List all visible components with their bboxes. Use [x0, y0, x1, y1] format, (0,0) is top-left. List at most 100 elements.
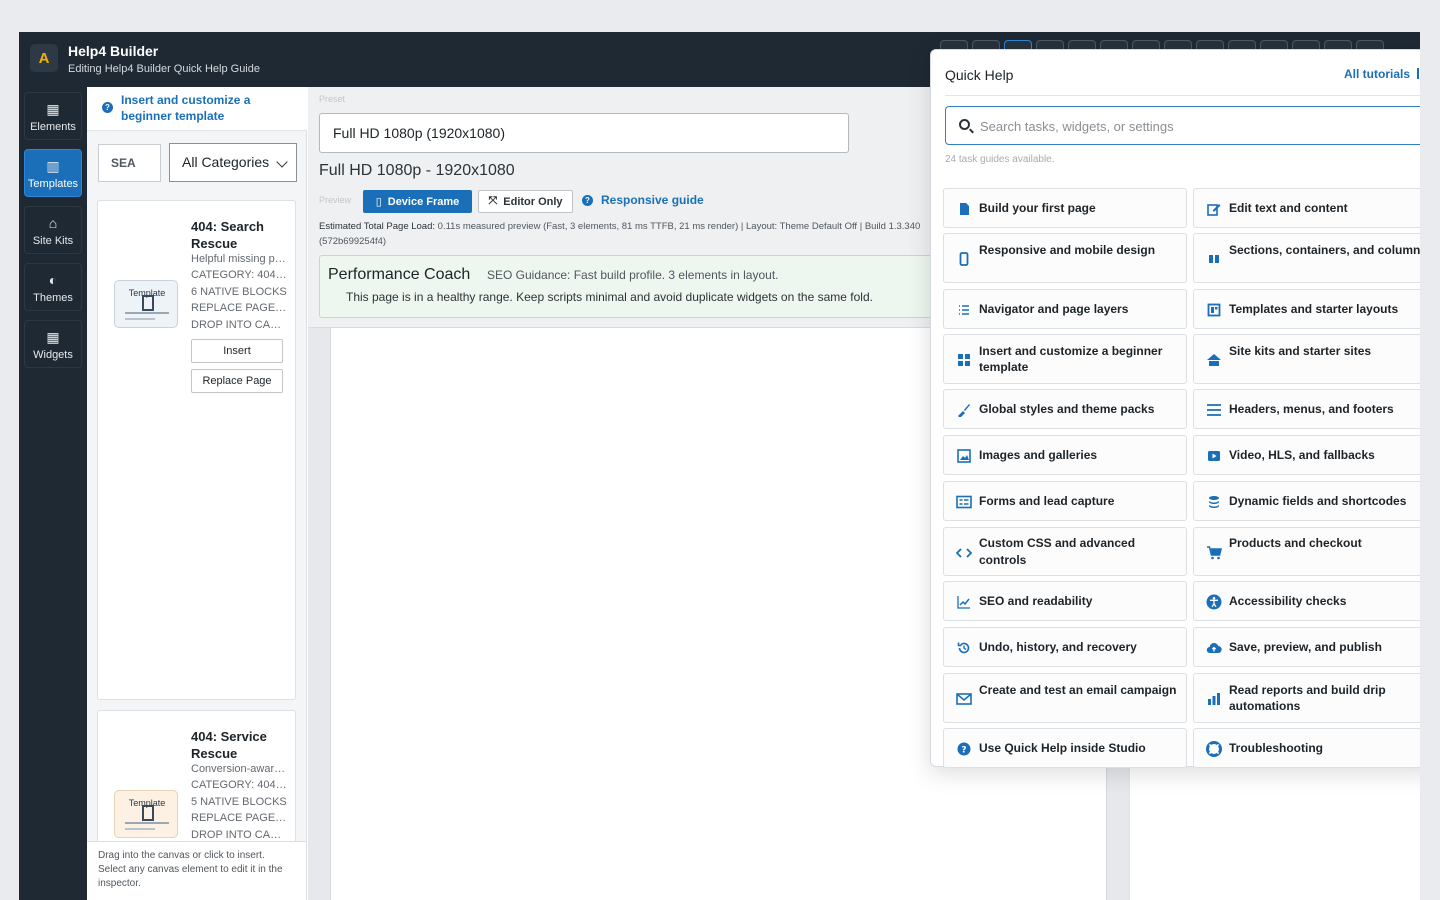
quick-help-item[interactable]: Responsive and mobile design: [943, 233, 1187, 283]
preset-label: Preset: [319, 94, 346, 104]
history-icon: [956, 640, 972, 656]
quick-help-item[interactable]: Products and checkout: [1193, 527, 1420, 576]
quick-help-item[interactable]: Create and test an email campaign: [943, 673, 1187, 723]
left-rail: ▦ Elements ▥ Templates ⌂ Site Kits ◐ The…: [19, 87, 87, 900]
quick-help-search-input[interactable]: [980, 115, 1420, 137]
template-icon: [1206, 302, 1222, 318]
quick-help-item[interactable]: Save, preview, and publish: [1193, 627, 1420, 667]
quick-help-item[interactable]: Video, HLS, and fallbacks: [1193, 435, 1420, 475]
insert-button[interactable]: Insert: [191, 339, 283, 363]
code-icon: [956, 545, 972, 561]
external-link-icon: [1417, 68, 1420, 79]
active-guide-hint[interactable]: ? Insert and customize a beginner templa…: [87, 87, 307, 131]
quick-help-item[interactable]: Site kits and starter sites: [1193, 334, 1420, 384]
quick-help-item[interactable]: ? Use Quick Help inside Studio: [943, 728, 1187, 768]
quick-help-item-label: Forms and lead capture: [979, 493, 1115, 508]
template-card[interactable]: Template 404: Search Rescue Helpful miss…: [97, 200, 296, 700]
columns-icon: [1206, 251, 1222, 267]
rail-item-label: Themes: [33, 292, 73, 304]
quick-help-item-label: Global styles and theme packs: [979, 401, 1155, 416]
preset-select[interactable]: Full HD 1080p (1920x1080): [319, 113, 849, 153]
grid-icon: ▦: [46, 101, 60, 117]
quick-help-item[interactable]: Images and galleries: [943, 435, 1187, 475]
quick-help-item-label: Products and checkout: [1229, 536, 1362, 550]
app-logo[interactable]: A: [30, 44, 58, 72]
template-thumbnail[interactable]: Template: [114, 280, 178, 328]
template-name: 404: Search Rescue: [191, 219, 264, 251]
device-frame-button[interactable]: ▯ Device Frame: [363, 190, 472, 213]
quick-help-item-label: Undo, history, and recovery: [979, 639, 1137, 654]
quick-help-item-label: Insert and customize a beginner template: [979, 343, 1163, 375]
estimate-label: Estimated Total Page Load:: [319, 221, 436, 232]
quick-help-item[interactable]: Insert and customize a beginner template: [943, 334, 1187, 384]
quick-help-item-label: Navigator and page layers: [979, 301, 1129, 316]
page-load-estimate: Estimated Total Page Load: 0.11s measure…: [319, 219, 939, 249]
quick-help-item[interactable]: Troubleshooting: [1193, 728, 1420, 768]
quick-help-item[interactable]: Read reports and build drip automations: [1193, 673, 1420, 723]
rail-item-templates[interactable]: ▥ Templates: [24, 149, 82, 197]
performance-message: This page is in a healthy range. Keep sc…: [346, 290, 873, 304]
template-search-input[interactable]: SEA: [98, 144, 161, 182]
quick-help-item[interactable]: Headers, menus, and footers: [1193, 389, 1420, 429]
performance-seo-guidance: SEO Guidance: Fast build profile. 3 elem…: [487, 268, 779, 282]
quick-help-item[interactable]: Templates and starter layouts: [1193, 289, 1420, 329]
expand-icon: ⤧: [488, 195, 498, 207]
rail-item-label: Templates: [27, 178, 79, 190]
template-description: Conversion-aware missing page for servic…: [191, 763, 287, 775]
preview-label: Preview: [319, 195, 352, 205]
brush-icon: [956, 402, 972, 418]
image-icon: [956, 448, 972, 464]
quick-help-item[interactable]: Dynamic fields and shortcodes: [1193, 481, 1420, 521]
quick-help-item-label: Custom CSS and advanced controls: [979, 536, 1136, 567]
menu-icon: [1206, 402, 1222, 418]
device-icon: ▯: [375, 196, 382, 208]
app-subtitle: Editing Help4 Builder Quick Help Guide: [68, 63, 260, 75]
quick-help-item-label: Headers, menus, and footers: [1229, 401, 1394, 416]
quick-help-item-label: Read reports and build drip automations: [1229, 682, 1386, 714]
quick-help-item[interactable]: Sections, containers, and columns: [1193, 233, 1420, 283]
quick-help-item[interactable]: Undo, history, and recovery: [943, 627, 1187, 667]
sitekit-icon: [1206, 352, 1222, 368]
svg-text:?: ?: [961, 745, 966, 755]
responsive-guide-link[interactable]: ? Responsive guide: [582, 193, 704, 207]
rail-item-widgets[interactable]: ▦ Widgets: [24, 320, 82, 368]
quick-help-item[interactable]: Global styles and theme packs: [943, 389, 1187, 429]
template-block-count: 5 NATIVE BLOCKS: [191, 796, 287, 808]
active-guide-text: Insert and customize a beginner template: [121, 93, 251, 123]
performance-title: Performance Coach: [328, 266, 471, 283]
accessibility-icon: [1206, 594, 1222, 610]
template-thumbnail[interactable]: Template: [114, 790, 178, 838]
quick-help-title: Quick Help: [945, 67, 1014, 83]
quick-help-item[interactable]: Edit text and content: [1193, 188, 1420, 228]
guide-count: 24 task guides available.: [945, 154, 1055, 165]
device-frame-label: Device Frame: [387, 195, 460, 208]
help-icon: ?: [956, 741, 972, 757]
quick-help-item[interactable]: SEO and readability: [943, 581, 1187, 621]
templates-panel: ? Insert and customize a beginner templa…: [87, 87, 307, 900]
palette-icon: ◐: [48, 272, 58, 288]
quick-help-item-label: Create and test an email campaign: [979, 682, 1177, 697]
quick-help-search[interactable]: [945, 106, 1420, 145]
quick-help-item-label: Sections, containers, and columns: [1229, 242, 1420, 257]
quick-help-item-label: Edit text and content: [1229, 200, 1348, 215]
all-tutorials-link[interactable]: All tutorials: [1344, 67, 1420, 81]
editor-only-button[interactable]: ⤧ Editor Only: [478, 190, 573, 213]
replace-page-button[interactable]: Replace Page: [191, 369, 283, 393]
list-icon: [956, 302, 972, 318]
quick-help-item[interactable]: Build your first page: [943, 188, 1187, 228]
rail-item-elements[interactable]: ▦ Elements: [24, 92, 82, 140]
category-select[interactable]: All Categories: [169, 143, 297, 182]
template-replace-note: REPLACE PAGE AVAILABLE: [191, 812, 287, 824]
rail-item-themes[interactable]: ◐ Themes: [24, 263, 82, 311]
quick-help-item-label: Save, preview, and publish: [1229, 639, 1382, 654]
quick-help-item[interactable]: Custom CSS and advanced controls: [943, 527, 1187, 576]
help-icon: ?: [102, 102, 113, 113]
search-icon: [959, 119, 970, 130]
quick-help-item[interactable]: Forms and lead capture: [943, 481, 1187, 521]
quick-help-item[interactable]: Accessibility checks: [1193, 581, 1420, 621]
widgets-icon: ▦: [46, 329, 60, 345]
thumbnail-bar: [125, 828, 155, 830]
rail-item-site-kits[interactable]: ⌂ Site Kits: [24, 206, 82, 254]
quick-help-item-label: Video, HLS, and fallbacks: [1229, 447, 1375, 462]
quick-help-item[interactable]: Navigator and page layers: [943, 289, 1187, 329]
